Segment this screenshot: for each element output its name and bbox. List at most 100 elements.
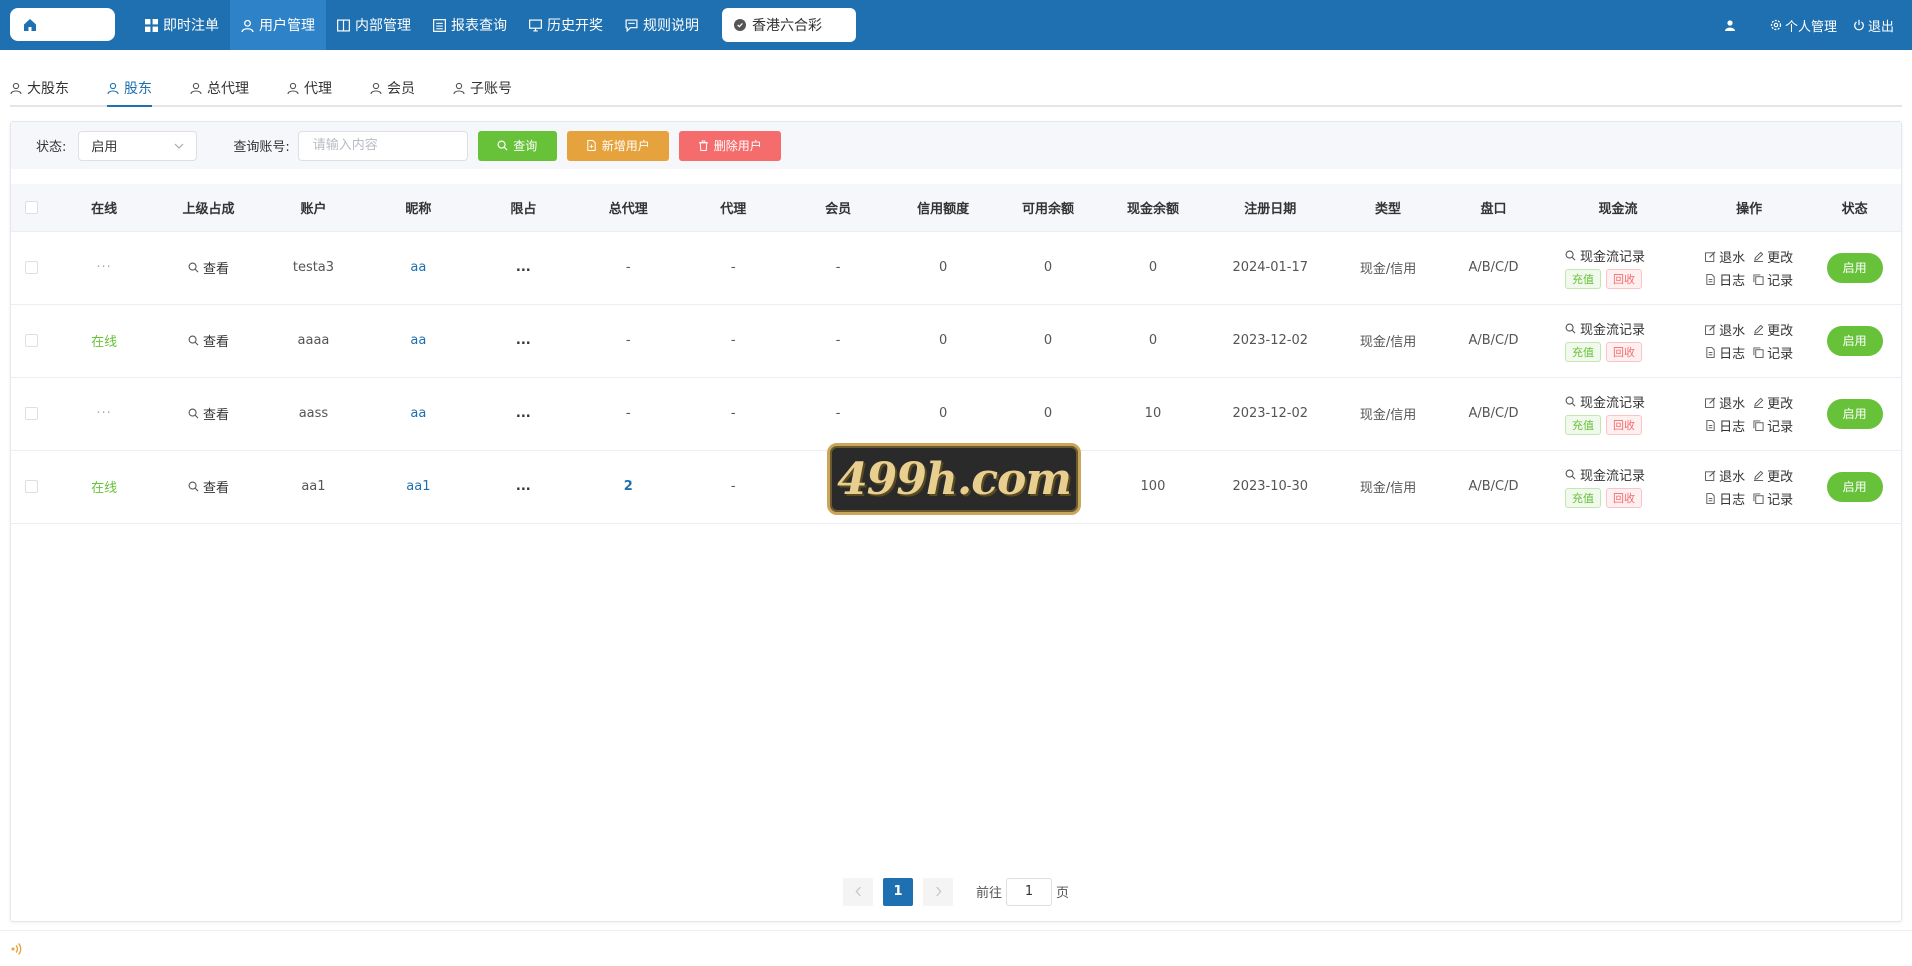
status-toggle-button[interactable]: 启用 bbox=[1826, 471, 1883, 502]
cashflow-record-link[interactable]: 现金流记录 bbox=[1565, 246, 1645, 265]
nickname-link[interactable]: aa bbox=[410, 333, 426, 348]
available-balance-cell: 0 bbox=[995, 377, 1101, 451]
table-row: ··· 查看 testa3 aa... - - -0 0 0 2024-01-17 现金/信用 A/B… bbox=[11, 231, 1901, 305]
recover-tag[interactable]: 回收 bbox=[1605, 488, 1642, 508]
speaker-icon[interactable] bbox=[10, 942, 24, 956]
next-page-button[interactable] bbox=[923, 877, 953, 906]
status-filter-label: 状态: bbox=[36, 140, 67, 155]
nickname-link[interactable]: aa bbox=[410, 260, 426, 275]
row-checkbox[interactable] bbox=[25, 334, 39, 347]
nickname-link[interactable]: aa1 bbox=[406, 479, 430, 494]
log-button[interactable]: 日志 bbox=[1705, 270, 1745, 289]
edit-button[interactable]: 更改 bbox=[1753, 247, 1793, 266]
record-button[interactable]: 记录 bbox=[1753, 416, 1793, 435]
view-button[interactable]: 查看 bbox=[188, 477, 229, 496]
tab-general-agent[interactable]: 总代理 bbox=[190, 78, 249, 107]
delete-user-button-label: 删除用户 bbox=[713, 139, 762, 153]
operations-cell: 退水 更改日志 记录 bbox=[1689, 450, 1809, 524]
account-cell: aaaa bbox=[260, 304, 366, 378]
user-avatar-button[interactable] bbox=[1716, 19, 1744, 31]
goto-page-input[interactable] bbox=[1006, 877, 1053, 906]
view-button[interactable]: 查看 bbox=[188, 331, 229, 350]
general-agent-count[interactable]: 2 bbox=[624, 479, 633, 494]
search-icon bbox=[1565, 396, 1576, 407]
recover-tag[interactable]: 回收 bbox=[1605, 415, 1642, 435]
view-button[interactable]: 查看 bbox=[188, 258, 229, 277]
row-checkbox[interactable] bbox=[25, 261, 39, 274]
prev-page-button[interactable] bbox=[843, 877, 873, 906]
nav-item-report-query[interactable]: 报表查询 bbox=[422, 0, 518, 50]
nav-item-internal-management[interactable]: 内部管理 bbox=[326, 0, 422, 50]
status-toggle-button[interactable]: 启用 bbox=[1826, 252, 1883, 283]
personal-management-link[interactable]: 个人管理 bbox=[1762, 16, 1845, 35]
user-icon bbox=[107, 82, 119, 94]
limit-more[interactable]: ... bbox=[516, 260, 531, 275]
view-button[interactable]: 查看 bbox=[188, 404, 229, 423]
tab-shareholder[interactable]: 股东 bbox=[107, 78, 152, 107]
status-toggle-button[interactable]: 启用 bbox=[1826, 398, 1883, 429]
tab-major-shareholder[interactable]: 大股东 bbox=[10, 78, 69, 107]
tab-agent[interactable]: 代理 bbox=[287, 78, 332, 107]
general-agent-cell: - bbox=[575, 377, 681, 451]
page-number-current[interactable]: 1 bbox=[883, 877, 913, 906]
edit-button[interactable]: 更改 bbox=[1753, 320, 1793, 339]
nav-item-user-management[interactable]: 用户管理 bbox=[230, 0, 326, 50]
edit-label: 更改 bbox=[1767, 323, 1794, 339]
user-icon bbox=[1724, 20, 1735, 31]
rebate-button[interactable]: 退水 bbox=[1705, 320, 1745, 339]
status-select-value: 启用 bbox=[91, 140, 118, 155]
nickname-link[interactable]: aa bbox=[410, 406, 426, 421]
recharge-tag[interactable]: 充值 bbox=[1564, 342, 1601, 362]
status-toggle-button[interactable]: 启用 bbox=[1826, 325, 1883, 356]
edit-button[interactable]: 更改 bbox=[1753, 393, 1793, 412]
nav-item-rules[interactable]: 规则说明 bbox=[614, 0, 710, 50]
home-button[interactable] bbox=[10, 8, 115, 41]
column-header: 会员 bbox=[785, 184, 891, 232]
delete-user-button[interactable]: 删除用户 bbox=[678, 130, 781, 161]
chevron-down-icon bbox=[174, 143, 184, 149]
lottery-selector[interactable]: 香港六合彩 bbox=[722, 8, 856, 42]
recharge-tag[interactable]: 充值 bbox=[1564, 488, 1601, 508]
account-search-input[interactable] bbox=[297, 130, 468, 161]
row-select-cell bbox=[11, 304, 53, 378]
nav-item-instant-bets[interactable]: 即时注单 bbox=[134, 0, 230, 50]
tab-member[interactable]: 会员 bbox=[370, 78, 415, 107]
log-button[interactable]: 日志 bbox=[1705, 489, 1745, 508]
edit-label: 更改 bbox=[1767, 469, 1794, 485]
cashflow-record-link[interactable]: 现金流记录 bbox=[1565, 392, 1645, 411]
recover-tag[interactable]: 回收 bbox=[1605, 342, 1642, 362]
limit-more[interactable]: ... bbox=[516, 333, 531, 348]
nav-item-history-draws[interactable]: 历史开奖 bbox=[518, 0, 614, 50]
log-button[interactable]: 日志 bbox=[1705, 343, 1745, 362]
rebate-label: 退水 bbox=[1719, 250, 1746, 266]
select-all-checkbox[interactable] bbox=[25, 200, 39, 214]
add-user-button[interactable]: 新增用户 bbox=[566, 130, 669, 161]
recharge-tag[interactable]: 充值 bbox=[1564, 269, 1601, 289]
rebate-button[interactable]: 退水 bbox=[1705, 393, 1745, 412]
row-checkbox[interactable] bbox=[25, 407, 39, 420]
tab-sub-account[interactable]: 子账号 bbox=[453, 78, 512, 107]
limit-more[interactable]: ... bbox=[516, 479, 531, 494]
record-button[interactable]: 记录 bbox=[1753, 489, 1793, 508]
record-button[interactable]: 记录 bbox=[1753, 343, 1793, 362]
rebate-button[interactable]: 退水 bbox=[1705, 466, 1745, 485]
copy-icon bbox=[1753, 273, 1764, 285]
rebate-button[interactable]: 退水 bbox=[1705, 247, 1745, 266]
logout-link[interactable]: 退出 bbox=[1845, 16, 1902, 35]
log-button[interactable]: 日志 bbox=[1705, 416, 1745, 435]
nav-item-label: 内部管理 bbox=[355, 18, 411, 34]
column-header: 盘口 bbox=[1441, 184, 1546, 232]
row-checkbox[interactable] bbox=[25, 480, 39, 493]
status-select[interactable]: 启用 bbox=[78, 130, 198, 161]
document-icon bbox=[1706, 419, 1715, 431]
recover-tag[interactable]: 回收 bbox=[1605, 269, 1642, 289]
recharge-tag[interactable]: 充值 bbox=[1564, 415, 1601, 435]
tab-label: 总代理 bbox=[207, 81, 249, 97]
edit-button[interactable]: 更改 bbox=[1753, 466, 1793, 485]
limit-more[interactable]: ... bbox=[516, 406, 531, 421]
cashflow-record-link[interactable]: 现金流记录 bbox=[1565, 319, 1645, 338]
cashflow-record-link[interactable]: 现金流记录 bbox=[1565, 465, 1645, 484]
record-button[interactable]: 记录 bbox=[1753, 270, 1793, 289]
account-cell: aa1 bbox=[260, 450, 366, 524]
search-button[interactable]: 查询 bbox=[477, 130, 557, 161]
